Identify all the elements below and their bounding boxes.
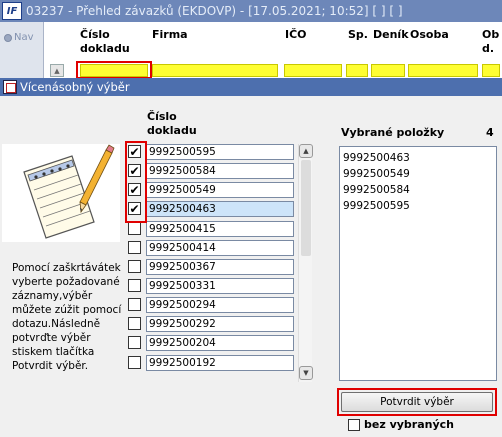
query-field-denik[interactable]	[371, 64, 405, 77]
list-item: 9992500292	[128, 316, 298, 332]
column-label-cislo-dokladu: Číslo dokladu	[147, 110, 197, 137]
record-number[interactable]: 9992500549	[146, 182, 294, 198]
record-number[interactable]: 9992500292	[146, 316, 294, 332]
selected-items-label: Vybrané položky	[341, 126, 445, 139]
row-checkbox[interactable]	[128, 317, 141, 330]
nav-radio-icon[interactable]	[4, 33, 12, 42]
list-item: 9992500294	[128, 297, 298, 313]
list-item: ✔ 9992500463	[128, 201, 298, 217]
selected-items-count: 4	[486, 126, 494, 139]
record-number[interactable]: 9992500204	[146, 335, 294, 351]
selected-item[interactable]: 9992500463	[343, 150, 496, 166]
query-field-osoba[interactable]	[408, 64, 478, 77]
record-number[interactable]: 9992500331	[146, 278, 294, 294]
record-number[interactable]: 9992500415	[146, 221, 294, 237]
selected-item[interactable]: 9992500549	[343, 166, 496, 182]
scrollbar-thumb[interactable]	[301, 160, 311, 256]
row-checkbox[interactable]	[128, 260, 141, 273]
query-field-sp[interactable]	[346, 64, 368, 77]
dialog-window-icon	[3, 80, 17, 94]
window-titlebar: IF 03237 - Přehled závazků (EKDOVP) - [1…	[0, 0, 502, 22]
query-field-ico[interactable]	[284, 64, 342, 77]
column-header-firma[interactable]: Firma	[152, 28, 188, 42]
query-field-firma[interactable]	[152, 64, 278, 77]
notepad-pencil-icon	[2, 144, 120, 242]
column-header-sp[interactable]: Sp.	[348, 28, 368, 42]
column-header-ob-d[interactable]: Ob d.	[482, 28, 499, 56]
list-item: 9992500367	[128, 259, 298, 275]
window-title: 03237 - Přehled závazků (EKDOVP) - [17.0…	[26, 4, 403, 18]
without-selected-label: bez vybraných	[364, 418, 454, 431]
nav-cell[interactable]: Nav	[0, 22, 44, 78]
selected-items-list[interactable]: 9992500463 9992500549 9992500584 9992500…	[339, 146, 497, 381]
list-item: ✔ 9992500595	[128, 144, 298, 160]
without-selected-option[interactable]: bez vybraných	[348, 418, 454, 431]
list-item: ✔ 9992500549	[128, 182, 298, 198]
list-item: 9992500331	[128, 278, 298, 294]
selected-item[interactable]: 9992500584	[343, 182, 496, 198]
column-header-cislo-dokladu[interactable]: Číslo dokladu	[80, 28, 130, 56]
highlight-frame-query-field	[76, 61, 152, 79]
column-header-osoba[interactable]: Osoba	[410, 28, 449, 42]
help-text: Pomocí zaškrtávátek vyberte požadované z…	[12, 262, 122, 372]
record-number[interactable]: 9992500192	[146, 355, 294, 371]
record-number[interactable]: 9992500367	[146, 259, 294, 275]
row-checkbox[interactable]	[128, 241, 141, 254]
dialog-titlebar: Vícenásobný výběr	[0, 78, 502, 96]
list-item: 9992500414	[128, 240, 298, 256]
column-header-denik[interactable]: Deník	[373, 28, 409, 42]
record-number[interactable]: 9992500294	[146, 297, 294, 313]
list-item: ✔ 9992500584	[128, 163, 298, 179]
row-checkbox[interactable]	[128, 356, 141, 369]
dialog-title: Vícenásobný výběr	[20, 80, 130, 94]
row-checkbox[interactable]	[128, 336, 141, 349]
without-selected-checkbox[interactable]	[348, 418, 360, 431]
background-form: Nav Číslo dokladu Firma IČO Sp. Deník Os…	[0, 22, 502, 79]
app-logo-icon: IF	[2, 2, 22, 20]
record-number[interactable]: 9992500414	[146, 240, 294, 256]
row-checkbox[interactable]	[128, 279, 141, 292]
selected-item[interactable]: 9992500595	[343, 198, 496, 214]
nav-label: Nav	[14, 32, 34, 43]
highlight-frame-checkboxes	[125, 141, 147, 223]
row-checkbox[interactable]	[128, 298, 141, 311]
multi-select-dialog: Pomocí zaškrtávátek vyberte požadované z…	[0, 96, 502, 437]
query-row-scroll-up-icon[interactable]: ▲	[50, 64, 64, 77]
list-item: 9992500192	[128, 355, 298, 371]
record-number[interactable]: 9992500584	[146, 163, 294, 179]
highlight-frame-confirm-button	[337, 388, 497, 416]
record-number[interactable]: 9992500595	[146, 144, 294, 160]
column-header-ico[interactable]: IČO	[285, 28, 307, 42]
list-item: 9992500204	[128, 335, 298, 351]
scroll-down-icon[interactable]: ▼	[299, 366, 313, 380]
query-field-ob-d[interactable]	[482, 64, 500, 77]
scroll-up-icon[interactable]: ▲	[299, 144, 313, 158]
record-number-selected[interactable]: 9992500463	[146, 201, 294, 217]
list-item: 9992500415	[128, 221, 298, 237]
list-scrollbar[interactable]: ▲ ▼	[298, 144, 313, 382]
row-checkbox[interactable]	[128, 222, 141, 235]
